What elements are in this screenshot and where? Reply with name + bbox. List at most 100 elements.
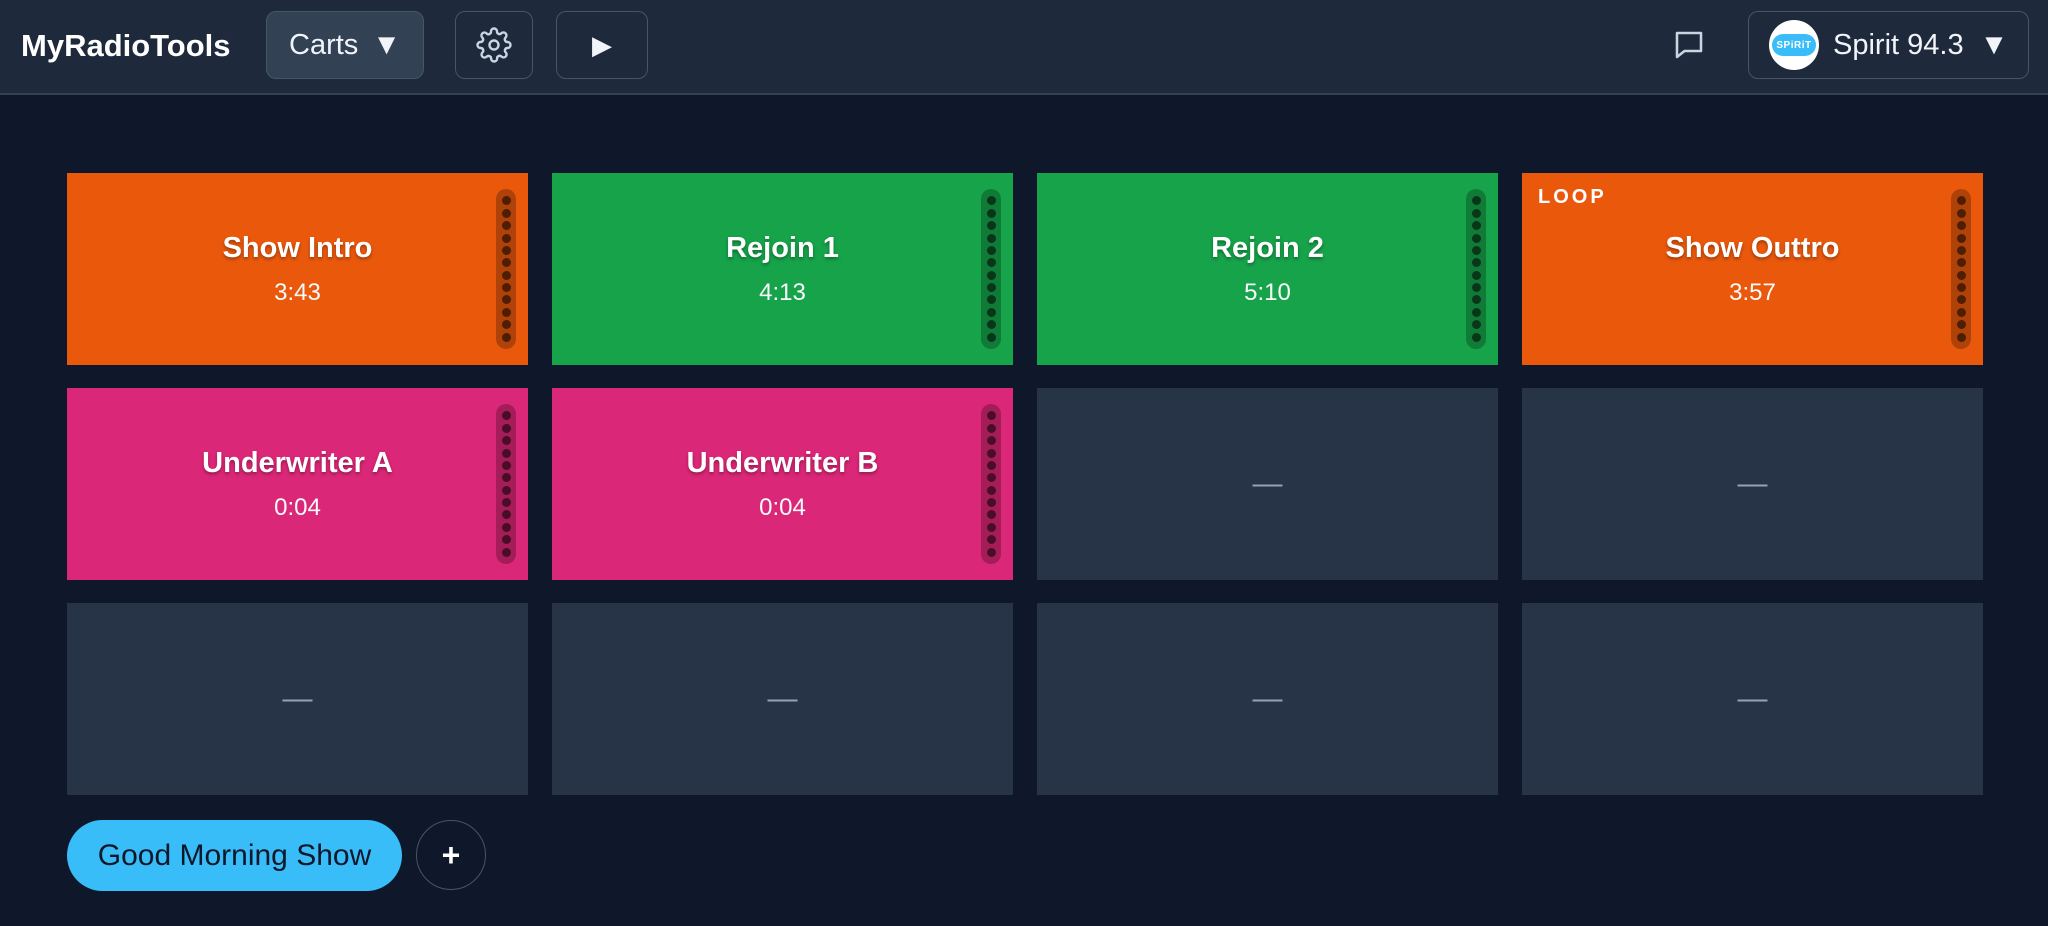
empty-cart-placeholder: — [1737,467,1768,500]
drag-handle-dot [1471,258,1481,268]
drag-handle-dot [986,221,996,231]
cart-tile[interactable]: LOOP Show Outtro 3:57 [1522,173,1983,365]
drag-handle-dot [986,498,996,507]
drag-handle-dot [1956,270,1966,280]
cart-duration: 3:57 [1729,278,1776,306]
cart-name: Underwriter B [686,446,879,479]
drag-handle-dot [1956,283,1966,292]
drag-handle-dot [501,295,511,305]
cart-tile[interactable]: — [1037,603,1498,795]
drag-handle-dot [1471,332,1481,342]
drag-handle-dot [501,332,511,342]
drag-handle-dot [1471,320,1481,330]
drag-handle[interactable] [1466,189,1486,349]
cart-tile[interactable]: Underwriter A 0:04 [67,388,528,580]
drag-handle-dot [1471,283,1481,292]
carts-dropdown-button[interactable]: Carts ▼ [266,11,424,79]
top-bar: MyRadioTools Carts ▼ ▶ SPiRiT Spirit 94.… [0,0,2048,95]
drag-handle-dot [501,196,511,206]
loop-badge: LOOP [1538,186,1607,208]
cart-tile[interactable]: Underwriter B 0:04 [552,388,1013,580]
chat-icon[interactable] [1671,27,1707,63]
drag-handle-dot [986,510,996,520]
cart-name: Underwriter A [202,446,393,479]
drag-handle-dot [986,423,996,433]
cart-name: Rejoin 1 [726,231,839,264]
drag-handle[interactable] [981,189,1001,349]
drag-handle-dot [986,295,996,305]
cart-name: Rejoin 2 [1211,231,1324,264]
cart-duration: 4:13 [759,278,806,306]
cart-tile[interactable]: — [1522,603,1983,795]
drag-handle-dot [986,436,996,446]
drag-handle-dot [986,332,996,342]
cart-duration: 0:04 [274,493,321,521]
cart-grid: Show Intro 3:43 Rejoin 1 4:13 Rejoin 2 5:10 LO… [67,173,1983,795]
cart-duration: 5:10 [1244,278,1291,306]
drag-handle-dot [986,245,996,255]
drag-handle[interactable] [496,404,516,564]
drag-handle-dot [986,460,996,470]
play-icon: ▶ [592,29,612,60]
drag-handle-dot [501,233,511,243]
drag-handle-dot [986,307,996,317]
drag-handle-dot [1471,233,1481,243]
station-logo-text: SPiRiT [1772,34,1816,56]
drag-handle-dot [501,510,511,520]
drag-handle-dot [1471,295,1481,305]
drag-handle-dot [1471,245,1481,255]
drag-handle-dot [986,411,996,421]
drag-handle-dot [986,196,996,206]
drag-handle-dot [986,535,996,545]
cart-tile[interactable]: — [1522,388,1983,580]
drag-handle-dot [1471,307,1481,317]
drag-handle-dot [501,460,511,470]
cart-name: Show Outtro [1665,231,1840,264]
settings-button[interactable] [455,11,533,79]
drag-handle[interactable] [981,404,1001,564]
drag-handle-dot [1956,295,1966,305]
drag-handle-dot [501,320,511,330]
chevron-down-icon: ▼ [372,28,401,61]
drag-handle-dot [986,547,996,557]
drag-handle-dot [986,320,996,330]
cart-tile[interactable]: Rejoin 1 4:13 [552,173,1013,365]
empty-cart-placeholder: — [282,682,313,715]
cart-tile[interactable]: — [1037,388,1498,580]
drag-handle-dot [1471,208,1481,218]
drag-handle-dot [986,233,996,243]
station-selector[interactable]: SPiRiT Spirit 94.3 ▼ [1748,11,2029,79]
drag-handle-dot [986,473,996,483]
drag-handle-dot [986,208,996,218]
drag-handle-dot [501,258,511,268]
empty-cart-placeholder: — [1737,682,1768,715]
cart-name: Show Intro [222,231,373,264]
drag-handle[interactable] [496,189,516,349]
add-cart-set-button[interactable]: + [416,820,486,890]
gear-icon [476,27,512,63]
play-button[interactable]: ▶ [556,11,648,79]
drag-handle-dot [501,270,511,280]
cart-set-tab-active[interactable]: Good Morning Show [67,820,402,891]
empty-cart-placeholder: — [1252,682,1283,715]
drag-handle-dot [1471,221,1481,231]
drag-handle-dot [1956,245,1966,255]
drag-handle-dot [501,307,511,317]
drag-handle-dot [986,448,996,458]
drag-handle-dot [501,423,511,433]
drag-handle-dot [986,258,996,268]
carts-dropdown-label: Carts [289,28,359,61]
cart-duration: 3:43 [274,278,321,306]
cart-tile[interactable]: — [67,603,528,795]
drag-handle-dot [1956,221,1966,231]
cart-tile[interactable]: — [552,603,1013,795]
cart-tile[interactable]: Show Intro 3:43 [67,173,528,365]
drag-handle-dot [1471,270,1481,280]
drag-handle-dot [1956,196,1966,206]
empty-cart-placeholder: — [1252,467,1283,500]
cart-tile[interactable]: Rejoin 2 5:10 [1037,173,1498,365]
drag-handle[interactable] [1951,189,1971,349]
drag-handle-dot [1956,208,1966,218]
drag-handle-dot [501,522,511,532]
station-name: Spirit 94.3 [1833,28,1964,61]
